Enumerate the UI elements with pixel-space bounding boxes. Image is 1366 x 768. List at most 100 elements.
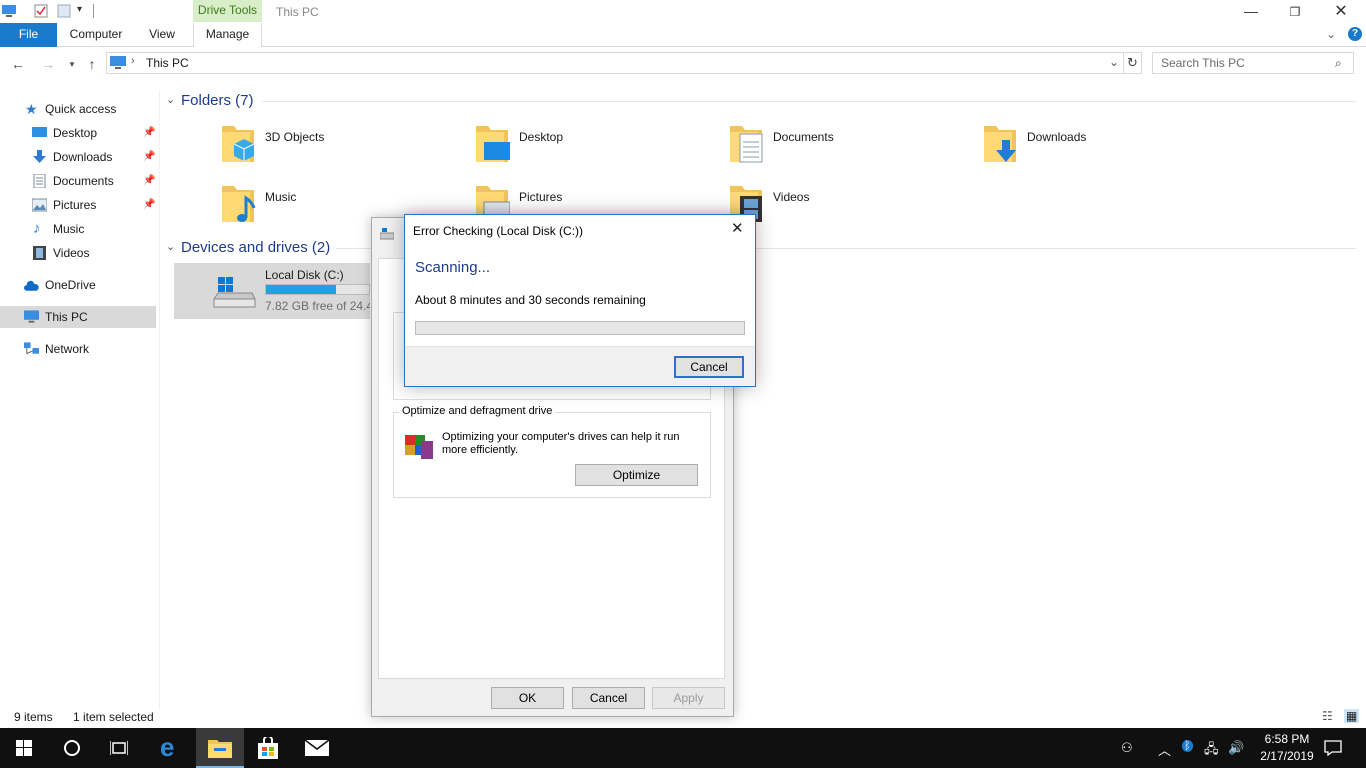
close-icon: ✕: [1334, 3, 1348, 20]
folders-group-header[interactable]: Folders (7): [181, 92, 254, 109]
search-button[interactable]: [48, 728, 96, 768]
ribbon-tabs: File Computer View Manage ⌄ ?: [0, 23, 1366, 47]
help-icon[interactable]: ?: [1348, 27, 1362, 41]
folder-desktop[interactable]: Desktop: [474, 122, 714, 174]
status-bar: 9 items 1 item selected ☷ ▦: [0, 708, 1366, 728]
close-button[interactable]: ✕: [1318, 0, 1364, 24]
folder-3d-objects[interactable]: 3D Objects: [220, 122, 460, 174]
mail-icon: [305, 740, 329, 756]
drive-local-disk-c[interactable]: Local Disk (C:) 7.82 GB free of 24.4 G: [174, 263, 370, 319]
time-remaining: About 8 minutes and 30 seconds remaining: [415, 293, 646, 307]
defrag-icon: [405, 435, 433, 459]
large-icons-view-icon[interactable]: ▦: [1344, 709, 1360, 723]
refresh-button[interactable]: ↻: [1124, 52, 1142, 74]
collapse-group-icon[interactable]: ⌄: [166, 93, 175, 106]
folder-label: Documents: [773, 130, 834, 144]
notifications-icon[interactable]: [1324, 740, 1342, 756]
drive-label: Local Disk (C:): [265, 268, 344, 282]
apply-button[interactable]: Apply: [652, 687, 725, 709]
address-bar[interactable]: › This PC ⌄: [106, 52, 1124, 74]
dialog-title: Error Checking (Local Disk (C:)): [413, 224, 584, 238]
details-view-icon[interactable]: ☷: [1322, 709, 1333, 723]
bluetooth-icon[interactable]: ᛒ: [1182, 740, 1193, 752]
sidebar-item-label: Documents: [53, 174, 114, 188]
downloads-folder-icon: [984, 126, 1016, 162]
sidebar-item-network[interactable]: Network: [0, 338, 156, 360]
sidebar-item-quick-access[interactable]: ★ Quick access: [0, 98, 156, 120]
back-button[interactable]: ←: [10, 56, 26, 72]
recent-locations-button[interactable]: ▾: [64, 56, 80, 72]
sidebar-item-label: Pictures: [53, 198, 97, 212]
tab-view[interactable]: View: [140, 23, 184, 47]
sidebar-item-videos[interactable]: Videos: [0, 242, 156, 264]
file-explorer-taskbar-button[interactable]: [196, 728, 244, 768]
hard-drive-icon: [213, 277, 256, 308]
computer-icon: [24, 310, 39, 323]
forward-button[interactable]: →: [40, 56, 56, 72]
3d-objects-folder-icon: [222, 126, 255, 162]
navigation-pane: ★ Quick access Desktop 📌 Downloads 📌 Doc…: [0, 90, 160, 710]
desktop-icon: [32, 127, 47, 137]
devices-group-header[interactable]: Devices and drives (2): [181, 239, 330, 256]
tab-computer[interactable]: Computer: [62, 23, 130, 47]
task-view-button[interactable]: [96, 728, 144, 768]
address-dropdown-icon[interactable]: ⌄: [1109, 55, 1119, 69]
store-taskbar-button[interactable]: [244, 728, 292, 768]
collapse-group-icon[interactable]: ⌄: [166, 240, 175, 253]
cancel-button[interactable]: Cancel: [572, 687, 645, 709]
folder-videos[interactable]: Videos: [728, 182, 968, 234]
store-bag-icon: [258, 737, 278, 759]
sidebar-item-pictures[interactable]: Pictures 📌: [0, 194, 156, 216]
people-icon[interactable]: ⚇: [1121, 740, 1133, 756]
properties-icon[interactable]: [34, 4, 48, 18]
up-button[interactable]: ↑: [84, 56, 100, 72]
ok-button[interactable]: OK: [491, 687, 564, 709]
optimize-group-title: Optimize and defragment drive: [399, 405, 556, 417]
mail-taskbar-button[interactable]: [292, 728, 340, 768]
optimize-description: Optimizing your computer's drives can he…: [442, 431, 680, 456]
scan-cancel-button[interactable]: Cancel: [674, 356, 744, 378]
network-status-icon[interactable]: 🖧: [1204, 740, 1219, 762]
breadcrumb-separator-icon[interactable]: ›: [131, 55, 135, 67]
tab-manage[interactable]: Manage: [193, 23, 262, 47]
sidebar-item-desktop[interactable]: Desktop 📌: [0, 122, 156, 144]
minimize-button[interactable]: —: [1228, 0, 1274, 24]
sidebar-item-label: Downloads: [53, 150, 113, 164]
maximize-button[interactable]: ❐: [1272, 0, 1318, 24]
show-hidden-icons-icon[interactable]: ︿: [1158, 740, 1171, 759]
drive-usage-bar: [265, 284, 370, 295]
edge-icon: e: [160, 732, 175, 762]
folder-downloads[interactable]: Downloads: [982, 122, 1222, 174]
cloud-icon: [24, 280, 39, 291]
tab-file[interactable]: File: [0, 23, 57, 47]
sidebar-item-downloads[interactable]: Downloads 📌: [0, 146, 156, 168]
sidebar-item-this-pc[interactable]: This PC: [0, 306, 156, 328]
start-button[interactable]: [0, 728, 48, 768]
optimize-button[interactable]: Optimize: [575, 464, 698, 486]
film-icon: [33, 246, 46, 260]
expand-ribbon-icon[interactable]: ⌄: [1326, 27, 1336, 41]
clock-time[interactable]: 6:58 PM: [1256, 732, 1318, 746]
search-input[interactable]: Search This PC ⌕: [1152, 52, 1354, 74]
dialog-close-icon[interactable]: ✕: [731, 219, 744, 237]
clock-date[interactable]: 2/17/2019: [1252, 749, 1322, 763]
sidebar-item-documents[interactable]: Documents 📌: [0, 170, 156, 192]
refresh-icon: ↻: [1127, 55, 1138, 70]
sidebar-item-onedrive[interactable]: OneDrive: [0, 274, 156, 296]
breadcrumb[interactable]: This PC: [146, 56, 189, 70]
edge-taskbar-button[interactable]: e: [148, 728, 196, 768]
customize-toolbar-icon[interactable]: ▾: [77, 4, 82, 15]
folder-documents[interactable]: Documents: [728, 122, 968, 174]
pin-icon: 📌: [143, 127, 156, 138]
new-folder-icon[interactable]: [57, 4, 71, 18]
sidebar-item-music[interactable]: ♪ Music: [0, 218, 156, 240]
restore-icon: ❐: [1289, 5, 1301, 19]
window-title: This PC: [276, 5, 319, 19]
folder-label: Videos: [773, 190, 810, 204]
picture-icon: [32, 198, 47, 212]
selection-count: 1 item selected: [73, 710, 154, 724]
volume-icon[interactable]: 🔊: [1228, 740, 1244, 756]
search-icon: ⌕: [1335, 56, 1342, 70]
search-placeholder: Search This PC: [1161, 56, 1245, 70]
pin-icon: 📌: [143, 175, 156, 186]
